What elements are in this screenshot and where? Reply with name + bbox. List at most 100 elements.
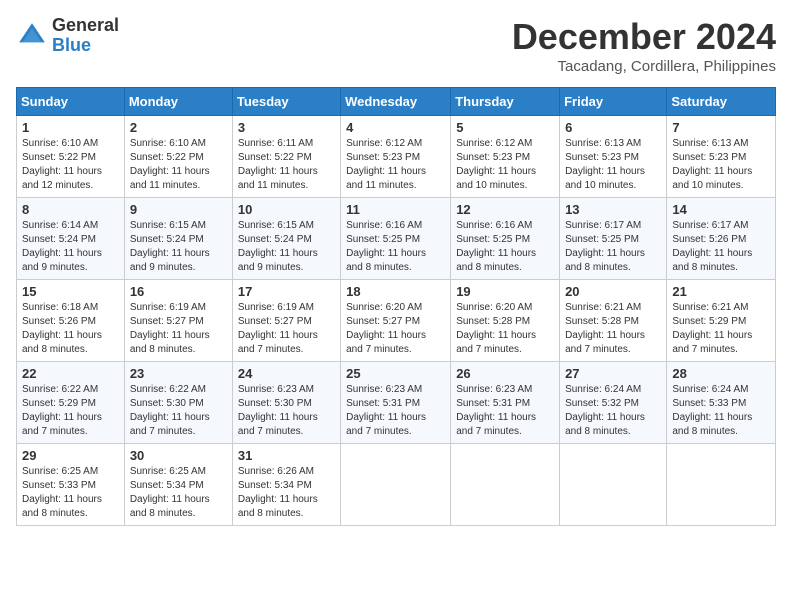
day-info: Sunrise: 6:18 AMSunset: 5:26 PMDaylight:… <box>22 302 102 355</box>
day-info: Sunrise: 6:15 AMSunset: 5:24 PMDaylight:… <box>130 220 210 273</box>
calendar-cell: 16 Sunrise: 6:19 AMSunset: 5:27 PMDaylig… <box>124 280 232 362</box>
day-info: Sunrise: 6:19 AMSunset: 5:27 PMDaylight:… <box>238 302 318 355</box>
day-number: 21 <box>672 284 770 299</box>
calendar-cell: 1 Sunrise: 6:10 AMSunset: 5:22 PMDayligh… <box>17 116 125 198</box>
day-number: 27 <box>565 366 661 381</box>
day-number: 31 <box>238 448 335 463</box>
day-number: 14 <box>672 202 770 217</box>
logo-icon <box>16 20 48 52</box>
weekday-header: Sunday <box>17 88 125 116</box>
day-number: 7 <box>672 120 770 135</box>
calendar-cell: 23 Sunrise: 6:22 AMSunset: 5:30 PMDaylig… <box>124 362 232 444</box>
calendar-cell: 12 Sunrise: 6:16 AMSunset: 5:25 PMDaylig… <box>451 198 560 280</box>
calendar-cell: 27 Sunrise: 6:24 AMSunset: 5:32 PMDaylig… <box>560 362 667 444</box>
day-number: 19 <box>456 284 554 299</box>
day-info: Sunrise: 6:10 AMSunset: 5:22 PMDaylight:… <box>130 138 210 191</box>
weekday-header: Thursday <box>451 88 560 116</box>
calendar-week-row: 29 Sunrise: 6:25 AMSunset: 5:33 PMDaylig… <box>17 444 776 526</box>
calendar-cell: 11 Sunrise: 6:16 AMSunset: 5:25 PMDaylig… <box>341 198 451 280</box>
day-number: 24 <box>238 366 335 381</box>
calendar-cell: 13 Sunrise: 6:17 AMSunset: 5:25 PMDaylig… <box>560 198 667 280</box>
calendar-week-row: 1 Sunrise: 6:10 AMSunset: 5:22 PMDayligh… <box>17 116 776 198</box>
calendar-cell: 22 Sunrise: 6:22 AMSunset: 5:29 PMDaylig… <box>17 362 125 444</box>
day-number: 4 <box>346 120 445 135</box>
calendar-cell: 10 Sunrise: 6:15 AMSunset: 5:24 PMDaylig… <box>232 198 340 280</box>
weekday-header: Friday <box>560 88 667 116</box>
calendar-cell: 29 Sunrise: 6:25 AMSunset: 5:33 PMDaylig… <box>17 444 125 526</box>
day-number: 23 <box>130 366 227 381</box>
location-text: Tacadang, Cordillera, Philippines <box>512 58 776 75</box>
calendar-week-row: 15 Sunrise: 6:18 AMSunset: 5:26 PMDaylig… <box>17 280 776 362</box>
day-info: Sunrise: 6:23 AMSunset: 5:30 PMDaylight:… <box>238 384 318 437</box>
day-number: 8 <box>22 202 119 217</box>
day-info: Sunrise: 6:25 AMSunset: 5:34 PMDaylight:… <box>130 466 210 519</box>
calendar-cell: 30 Sunrise: 6:25 AMSunset: 5:34 PMDaylig… <box>124 444 232 526</box>
calendar-cell: 4 Sunrise: 6:12 AMSunset: 5:23 PMDayligh… <box>341 116 451 198</box>
day-number: 22 <box>22 366 119 381</box>
day-number: 28 <box>672 366 770 381</box>
calendar-cell: 6 Sunrise: 6:13 AMSunset: 5:23 PMDayligh… <box>560 116 667 198</box>
calendar-cell <box>341 444 451 526</box>
weekday-header: Wednesday <box>341 88 451 116</box>
day-info: Sunrise: 6:12 AMSunset: 5:23 PMDaylight:… <box>456 138 536 191</box>
calendar-cell: 24 Sunrise: 6:23 AMSunset: 5:30 PMDaylig… <box>232 362 340 444</box>
day-number: 29 <box>22 448 119 463</box>
day-info: Sunrise: 6:15 AMSunset: 5:24 PMDaylight:… <box>238 220 318 273</box>
calendar-cell: 31 Sunrise: 6:26 AMSunset: 5:34 PMDaylig… <box>232 444 340 526</box>
day-info: Sunrise: 6:21 AMSunset: 5:28 PMDaylight:… <box>565 302 645 355</box>
calendar-cell: 28 Sunrise: 6:24 AMSunset: 5:33 PMDaylig… <box>667 362 776 444</box>
calendar-cell <box>560 444 667 526</box>
day-info: Sunrise: 6:13 AMSunset: 5:23 PMDaylight:… <box>672 138 752 191</box>
day-info: Sunrise: 6:12 AMSunset: 5:23 PMDaylight:… <box>346 138 426 191</box>
calendar-cell: 21 Sunrise: 6:21 AMSunset: 5:29 PMDaylig… <box>667 280 776 362</box>
calendar-cell: 25 Sunrise: 6:23 AMSunset: 5:31 PMDaylig… <box>341 362 451 444</box>
day-info: Sunrise: 6:21 AMSunset: 5:29 PMDaylight:… <box>672 302 752 355</box>
day-info: Sunrise: 6:16 AMSunset: 5:25 PMDaylight:… <box>456 220 536 273</box>
day-number: 3 <box>238 120 335 135</box>
day-number: 6 <box>565 120 661 135</box>
logo-blue-text: Blue <box>52 36 119 56</box>
day-info: Sunrise: 6:17 AMSunset: 5:26 PMDaylight:… <box>672 220 752 273</box>
day-number: 9 <box>130 202 227 217</box>
calendar-week-row: 8 Sunrise: 6:14 AMSunset: 5:24 PMDayligh… <box>17 198 776 280</box>
calendar-header-row: SundayMondayTuesdayWednesdayThursdayFrid… <box>17 88 776 116</box>
day-info: Sunrise: 6:19 AMSunset: 5:27 PMDaylight:… <box>130 302 210 355</box>
weekday-header: Saturday <box>667 88 776 116</box>
logo: General Blue <box>16 16 119 56</box>
calendar-cell: 9 Sunrise: 6:15 AMSunset: 5:24 PMDayligh… <box>124 198 232 280</box>
weekday-header: Monday <box>124 88 232 116</box>
page-header: General Blue December 2024 Tacadang, Cor… <box>16 16 776 75</box>
day-number: 30 <box>130 448 227 463</box>
day-number: 25 <box>346 366 445 381</box>
day-info: Sunrise: 6:24 AMSunset: 5:32 PMDaylight:… <box>565 384 645 437</box>
calendar-cell: 26 Sunrise: 6:23 AMSunset: 5:31 PMDaylig… <box>451 362 560 444</box>
calendar-cell: 8 Sunrise: 6:14 AMSunset: 5:24 PMDayligh… <box>17 198 125 280</box>
calendar-week-row: 22 Sunrise: 6:22 AMSunset: 5:29 PMDaylig… <box>17 362 776 444</box>
day-info: Sunrise: 6:13 AMSunset: 5:23 PMDaylight:… <box>565 138 645 191</box>
day-info: Sunrise: 6:26 AMSunset: 5:34 PMDaylight:… <box>238 466 318 519</box>
weekday-header: Tuesday <box>232 88 340 116</box>
day-number: 16 <box>130 284 227 299</box>
day-info: Sunrise: 6:24 AMSunset: 5:33 PMDaylight:… <box>672 384 752 437</box>
calendar-table: SundayMondayTuesdayWednesdayThursdayFrid… <box>16 87 776 526</box>
day-info: Sunrise: 6:14 AMSunset: 5:24 PMDaylight:… <box>22 220 102 273</box>
calendar-cell: 17 Sunrise: 6:19 AMSunset: 5:27 PMDaylig… <box>232 280 340 362</box>
day-number: 10 <box>238 202 335 217</box>
day-number: 18 <box>346 284 445 299</box>
calendar-cell: 15 Sunrise: 6:18 AMSunset: 5:26 PMDaylig… <box>17 280 125 362</box>
calendar-cell: 14 Sunrise: 6:17 AMSunset: 5:26 PMDaylig… <box>667 198 776 280</box>
day-number: 12 <box>456 202 554 217</box>
calendar-cell <box>451 444 560 526</box>
day-number: 20 <box>565 284 661 299</box>
day-info: Sunrise: 6:25 AMSunset: 5:33 PMDaylight:… <box>22 466 102 519</box>
day-number: 5 <box>456 120 554 135</box>
day-info: Sunrise: 6:17 AMSunset: 5:25 PMDaylight:… <box>565 220 645 273</box>
calendar-cell: 3 Sunrise: 6:11 AMSunset: 5:22 PMDayligh… <box>232 116 340 198</box>
day-number: 2 <box>130 120 227 135</box>
day-info: Sunrise: 6:22 AMSunset: 5:29 PMDaylight:… <box>22 384 102 437</box>
logo-general-text: General <box>52 16 119 36</box>
day-info: Sunrise: 6:22 AMSunset: 5:30 PMDaylight:… <box>130 384 210 437</box>
calendar-cell: 19 Sunrise: 6:20 AMSunset: 5:28 PMDaylig… <box>451 280 560 362</box>
day-number: 17 <box>238 284 335 299</box>
day-number: 15 <box>22 284 119 299</box>
